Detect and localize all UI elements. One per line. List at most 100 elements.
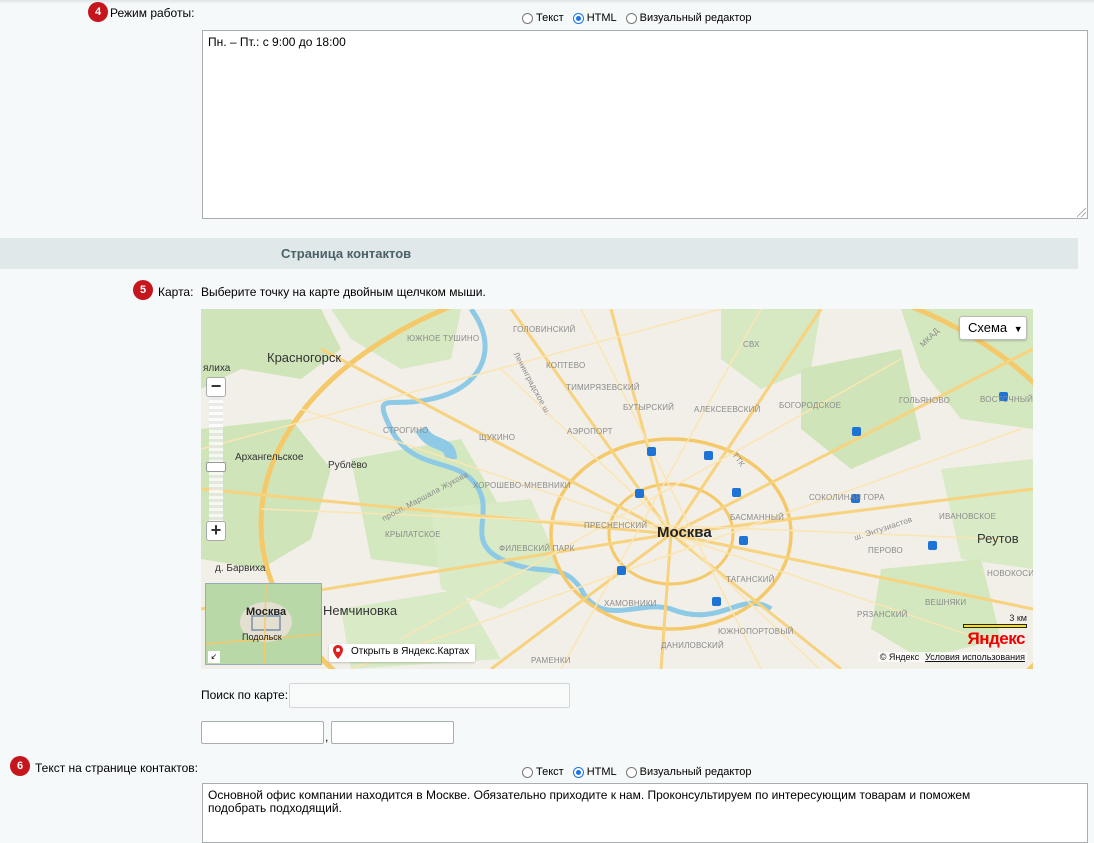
district-danilovsky: ДАНИЛОВСКИЙ [661,641,724,650]
contacts-mode-group: Текст HTML Визуальный редактор [522,766,761,778]
district-yuzhnoe-tushino: ЮЖНОЕ ТУШИНО [407,334,480,343]
radio-visual[interactable] [625,12,637,24]
yandex-logo-text: Яндекс [967,629,1026,648]
work-hours-label: Режим работы: [110,6,195,20]
mode-visual-label: Визуальный редактор [639,766,752,778]
chevron-down-icon: ▼ [1013,324,1023,334]
minimap-moscow: Москва [246,606,287,618]
district-tagansky: ТАГАНСКИЙ [726,575,775,584]
district-timiryazevsky: ТИМИРЯЗЕВСКИЙ [566,383,640,392]
district-krylatskoe: КРЫЛАТСКОЕ [385,530,441,539]
field-number-badge: 4 [88,2,108,22]
map-type-button[interactable]: Схема ▼ [959,316,1027,340]
mode-html-label: HTML [586,12,617,24]
place-krasnogorsk: Красногорск [267,350,342,365]
mode-visual-label: Визуальный редактор [639,12,752,24]
zoom-out-button[interactable]: − [206,377,226,397]
district-strogino: СТРОГИНО [383,426,429,435]
district-aeroport: АЭРОПОРТ [567,427,613,436]
coordinate-separator: , [325,730,329,744]
mode-text-label: Текст [536,12,564,24]
field-number-badge: 6 [10,756,30,776]
road-svh: СВХ [743,340,760,349]
radio-text[interactable] [522,766,533,778]
place-reutov: Реутов [977,531,1019,546]
coordinate-lng-input[interactable] [331,721,454,744]
district-sokolinaya: СОКОЛИНАЯ ГОРА [809,493,885,502]
map-scale: 3 км [963,613,1027,628]
district-yuzhnoportovy: ЮЖНОПОРТОВЫЙ [718,627,794,636]
district-khoroshevo: ХОРОШЕВО-МНЕВНИКИ [473,481,571,490]
mode-html-option[interactable]: HTML [572,766,617,778]
radio-html[interactable] [572,12,584,24]
place-rublevo: Рублёво [328,460,368,471]
district-perovo: ПЕРОВО [868,546,903,555]
map-pin-icon [333,645,343,659]
district-khamovniki: ХАМОВНИКИ [604,599,657,608]
district-vostochny: ВОСТОЧНЫЙ [980,395,1033,404]
mode-text-option[interactable]: Текст [522,766,564,778]
top-shadow [0,0,1094,4]
map-search-input[interactable] [289,683,570,708]
contacts-text-label: Текст на странице контактов: [35,761,198,775]
mode-text-option[interactable]: Текст [522,12,564,24]
place-nemchinovka: Немчиновка [323,603,398,618]
section-title: Страница контактов [281,246,412,261]
zoom-control: − + [206,377,226,542]
district-basmanny: БАСМАННЫЙ [730,513,785,522]
mode-visual-option[interactable]: Визуальный редактор [625,766,752,778]
place-arkhangelskoe: Архангельское [235,452,304,463]
radio-text[interactable] [522,12,533,24]
district-koptevo: КОПТЕВО [546,361,586,370]
radio-html[interactable] [572,766,584,778]
work-hours-textarea[interactable]: Пн. – Пт.: с 9:00 до 18:00 [202,30,1088,219]
terms-link[interactable]: Условия использования [925,652,1025,662]
district-bogorodskoe: БОГОРОДСКОЕ [779,401,842,410]
mode-html-label: HTML [586,766,617,778]
work-hours-value: Пн. – Пт.: с 9:00 до 18:00 [208,35,346,49]
scale-label: 3 км [1009,613,1027,623]
place-alashikha: ялиха [203,363,231,374]
open-yandex-maps-link[interactable]: Открыть в Яндекс.Картах [329,644,476,662]
place-barvikha: д. Барвиха [215,563,266,574]
district-shchukino: ЩУКИНО [479,433,516,442]
resize-handle[interactable] [1077,208,1086,217]
contacts-text-value: Основной офис компании находится в Москв… [208,788,971,815]
mode-html-option[interactable]: HTML [572,12,617,24]
minimap-podolsk: Подольск [242,632,282,642]
work-hours-mode-group: Текст HTML Визуальный редактор [522,12,761,24]
place-moscow: Москва [657,524,712,541]
radio-visual[interactable] [625,766,637,778]
map-copyright: © Яндекс Условия использования [877,652,1027,662]
district-golyanovo: ГОЛЬЯНОВО [899,396,951,405]
map-hint: Выберите точку на карте двойным щелчком … [201,285,486,299]
zoom-in-button[interactable]: + [206,521,226,541]
minimap[interactable]: Москва Подольск ↙ [205,583,322,665]
zoom-thumb[interactable] [206,462,226,472]
yandex-logo: Яндекс [967,629,1026,649]
map-search-label: Поиск по карте: [201,688,289,702]
district-presnensky: ПРЕСНЕНСКИЙ [584,521,648,530]
map-label: Карта: [158,285,194,299]
district-alekseevsky: АЛЕКСЕЕВСКИЙ [694,405,761,414]
copyright-text: © Яндекс [879,652,920,662]
district-novokosino: НОВОКОСИНО [987,569,1033,578]
district-filevsky: ФИЛЕВСКИЙ ПАРК [499,544,575,553]
minimap-collapse-icon[interactable]: ↙ [208,651,220,663]
coordinate-lat-input[interactable] [201,721,324,744]
district-ryazansky: РЯЗАНСКИЙ [857,610,908,619]
section-header: Страница контактов [0,238,1078,269]
district-golovinsky: ГОЛОВИНСКИЙ [513,325,576,334]
mode-visual-option[interactable]: Визуальный редактор [625,12,752,24]
field-number-badge: 5 [133,280,153,300]
mode-text-label: Текст [536,766,564,778]
scale-bar [963,624,1027,628]
open-link-label: Открыть в Яндекс.Картах [351,646,470,657]
minimap-canvas [206,584,321,664]
contacts-textarea[interactable]: Основной офис компании находится в Москв… [202,783,1088,843]
yandex-map[interactable]: Красногорск Москва Реутов Архангельское … [201,309,1033,669]
district-ramenki: РАМЕНКИ [531,656,571,665]
map-type-label: Схема [968,320,1008,335]
district-butyrsky: БУТЫРСКИЙ [623,403,675,412]
zoom-track[interactable] [209,397,223,522]
